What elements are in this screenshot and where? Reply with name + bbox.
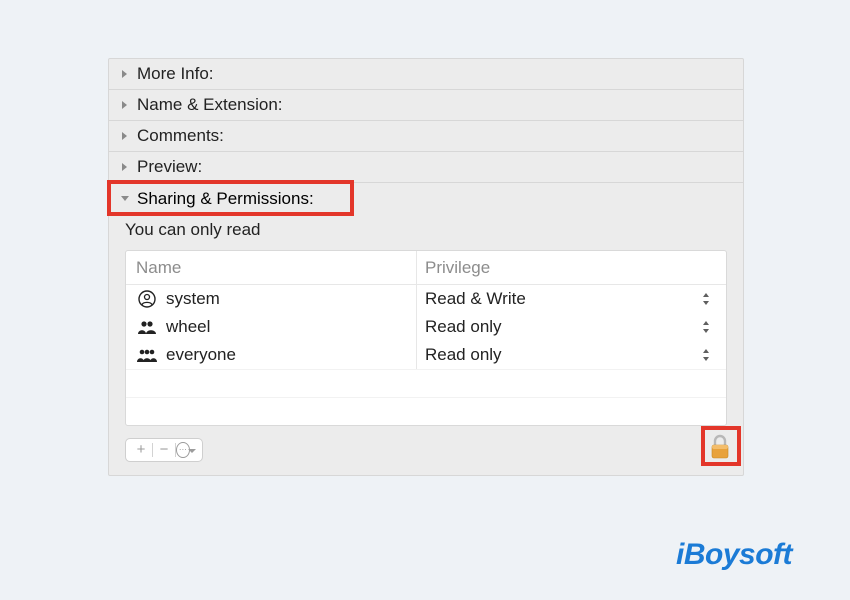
- watermark-logo: iBoysoft: [676, 538, 792, 572]
- chevron-right-icon: [119, 131, 131, 141]
- toolbar-buttons: + − ⋯: [125, 438, 203, 462]
- privilege-value: Read only: [425, 345, 502, 365]
- privilege-value: Read only: [425, 317, 502, 337]
- table-header: Name Privilege: [126, 251, 726, 285]
- permissions-table: Name Privilege system Read & Write: [125, 250, 727, 426]
- stepper-icon[interactable]: [702, 321, 716, 333]
- section-label: Name & Extension:: [137, 95, 283, 115]
- lock-area: [709, 434, 731, 465]
- chevron-right-icon: [119, 162, 131, 172]
- lock-icon[interactable]: [709, 447, 731, 464]
- section-label: Preview:: [137, 157, 202, 177]
- remove-button[interactable]: −: [153, 439, 175, 461]
- section-sharing-header[interactable]: Sharing & Permissions:: [109, 183, 320, 214]
- section-comments[interactable]: Comments:: [109, 121, 743, 152]
- empty-rows: [126, 369, 726, 425]
- section-label: Comments:: [137, 126, 224, 146]
- section-preview[interactable]: Preview:: [109, 152, 743, 183]
- add-button[interactable]: +: [130, 439, 152, 461]
- table-row[interactable]: system Read & Write: [126, 285, 726, 313]
- chevron-right-icon: [119, 100, 131, 110]
- stepper-icon[interactable]: [702, 349, 716, 361]
- column-header-name[interactable]: Name: [126, 258, 416, 278]
- permission-status: You can only read: [109, 214, 743, 250]
- permissions-toolbar: + − ⋯: [109, 426, 743, 475]
- section-more-info[interactable]: More Info:: [109, 59, 743, 90]
- table-row[interactable]: wheel Read only: [126, 313, 726, 341]
- section-sharing-permissions: Sharing & Permissions: You can only read…: [109, 183, 743, 475]
- section-label: Sharing & Permissions:: [137, 189, 314, 209]
- stepper-icon[interactable]: [702, 293, 716, 305]
- user-name: wheel: [166, 317, 210, 337]
- get-info-panel: More Info: Name & Extension: Comments: P…: [108, 58, 744, 476]
- privilege-value: Read & Write: [425, 289, 526, 309]
- section-label: More Info:: [137, 64, 214, 84]
- user-name: everyone: [166, 345, 236, 365]
- chevron-down-icon: [119, 195, 131, 203]
- user-name: system: [166, 289, 220, 309]
- column-header-privilege[interactable]: Privilege: [416, 251, 726, 284]
- table-row[interactable]: everyone Read only: [126, 341, 726, 369]
- action-menu-icon: ⋯: [176, 442, 190, 458]
- section-name-extension[interactable]: Name & Extension:: [109, 90, 743, 121]
- chevron-right-icon: [119, 69, 131, 79]
- action-menu-button[interactable]: ⋯: [176, 439, 198, 461]
- user-icon: [136, 290, 158, 308]
- everyone-icon: [136, 347, 158, 363]
- group-icon: [136, 319, 158, 335]
